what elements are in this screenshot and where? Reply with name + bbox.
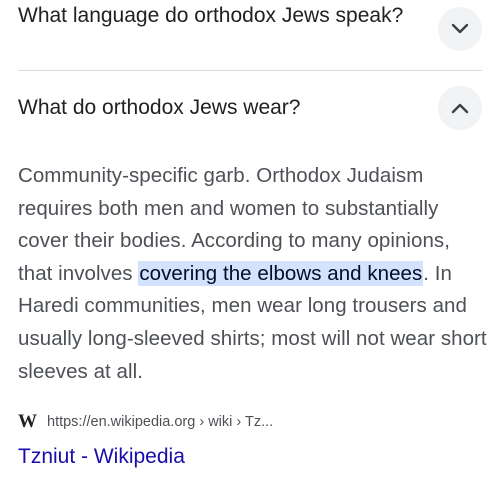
search-results-page: What language do orthodox Jews speak? Wh… (0, 0, 500, 478)
expand-question-button[interactable] (438, 7, 482, 51)
answer-highlight: covering the elbows and knees (138, 260, 424, 286)
faq-divider (18, 70, 482, 71)
faq-question-language[interactable]: What language do orthodox Jews speak? (18, 2, 418, 30)
chevron-down-icon (451, 23, 469, 35)
faq-answer: Community-specific garb. Orthodox Judais… (18, 160, 488, 388)
source-title-link[interactable]: Tzniut - Wikipedia (18, 443, 185, 471)
chevron-up-icon (451, 102, 469, 114)
wikipedia-logo-icon: W (18, 411, 37, 432)
source-row[interactable]: W https://en.wikipedia.org › wiki › Tz..… (18, 412, 273, 432)
source-url[interactable]: https://en.wikipedia.org › wiki › Tz... (47, 414, 273, 430)
collapse-question-button[interactable] (438, 86, 482, 130)
faq-question-wear[interactable]: What do orthodox Jews wear? (18, 94, 418, 122)
